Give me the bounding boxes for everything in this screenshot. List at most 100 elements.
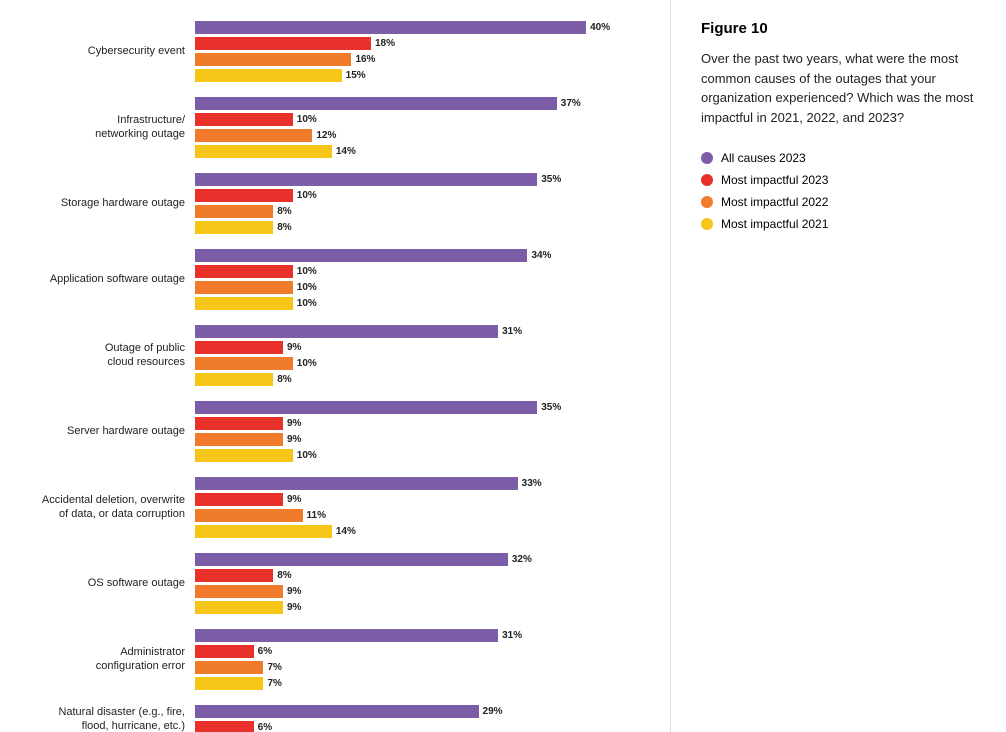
bar-row: 9% — [195, 416, 650, 430]
bar-value-label: 33% — [522, 478, 542, 489]
legend: All causes 2023 Most impactful 2023 Most… — [701, 151, 986, 231]
bars-container: 33% 9% 11% 14% — [195, 476, 650, 538]
bar — [195, 677, 263, 690]
bar-row: 16% — [195, 52, 650, 66]
row-label: Administrator configuration error — [20, 645, 195, 674]
bar — [195, 173, 537, 186]
bar-value-label: 9% — [287, 602, 301, 613]
bar-value-label: 9% — [287, 418, 301, 429]
bar-row: 37% — [195, 96, 650, 110]
bar-value-label: 9% — [287, 494, 301, 505]
row-label: Application software outage — [20, 272, 195, 286]
chart-row: Cybersecurity event40%18%16%15% — [20, 20, 650, 82]
bar-row: 9% — [195, 340, 650, 354]
bar — [195, 509, 303, 522]
bars-container: 35%9%9%10% — [195, 400, 650, 462]
chart-row: Application software outage34% 10% 10% 10% — [20, 248, 650, 310]
bar — [195, 493, 283, 506]
bar-value-label: 14% — [336, 526, 356, 537]
bar — [195, 37, 371, 50]
bar — [195, 249, 527, 262]
legend-label: Most impactful 2023 — [721, 173, 828, 187]
chart-row: Natural disaster (e.g., fire, flood, hur… — [20, 704, 650, 732]
row-label: Accidental deletion, overwrite of data, … — [20, 493, 195, 522]
bar — [195, 97, 557, 110]
bar-value-label: 32% — [512, 554, 532, 565]
bar-row: 34% — [195, 248, 650, 262]
bar-row: 29% — [195, 704, 650, 718]
bar-value-label: 18% — [375, 38, 395, 49]
bar — [195, 341, 283, 354]
legend-label: Most impactful 2021 — [721, 217, 828, 231]
bar — [195, 477, 518, 490]
bar — [195, 661, 263, 674]
bar — [195, 433, 283, 446]
bar — [195, 189, 293, 202]
bar-value-label: 11% — [307, 510, 326, 521]
legend-dot — [701, 152, 713, 164]
bar-row: 11% — [195, 508, 650, 522]
bar-value-label: 10% — [297, 298, 317, 309]
bar-row: 8% — [195, 568, 650, 582]
bar-row: 10% — [195, 356, 650, 370]
bar-value-label: 10% — [297, 266, 317, 277]
figure-label: Figure 10 — [701, 20, 986, 37]
bars-container: 31%9%10%8% — [195, 324, 650, 386]
legend-item: Most impactful 2022 — [701, 195, 986, 209]
bar-row: 8% — [195, 204, 650, 218]
chart-row: Outage of public cloud resources31%9%10%… — [20, 324, 650, 386]
row-label: Outage of public cloud resources — [20, 341, 195, 370]
bar — [195, 113, 293, 126]
bar — [195, 69, 342, 82]
bar-row: 40% — [195, 20, 650, 34]
bars-container: 29%6% — [195, 704, 650, 732]
bar-row: 33% — [195, 476, 650, 490]
row-label: Cybersecurity event — [20, 44, 195, 58]
bar-value-label: 29% — [483, 706, 503, 717]
bar — [195, 21, 586, 34]
bar — [195, 645, 254, 658]
bar-value-label: 14% — [336, 146, 356, 157]
bar-value-label: 37% — [561, 98, 581, 109]
chart-row: Administrator configuration error31%6%7%… — [20, 628, 650, 690]
bar-value-label: 8% — [277, 206, 291, 217]
bars-container: 32%8%9%9% — [195, 552, 650, 614]
legend-item: All causes 2023 — [701, 151, 986, 165]
legend-dot — [701, 174, 713, 186]
legend-dot — [701, 196, 713, 208]
legend-dot — [701, 218, 713, 230]
bar — [195, 205, 273, 218]
bar — [195, 53, 351, 66]
bar — [195, 629, 498, 642]
bar-value-label: 31% — [502, 630, 522, 641]
row-label: Server hardware outage — [20, 424, 195, 438]
bar-row: 10% — [195, 448, 650, 462]
bar-row: 10% — [195, 188, 650, 202]
bar-value-label: 10% — [297, 114, 317, 125]
bar — [195, 373, 273, 386]
bar-row: 14% — [195, 144, 650, 158]
chart-area: Cybersecurity event40%18%16%15%Infrastru… — [0, 0, 660, 732]
bar-row: 7% — [195, 676, 650, 690]
bar-row: 7% — [195, 660, 650, 674]
bar-value-label: 8% — [277, 222, 291, 233]
bar-value-label: 10% — [297, 282, 317, 293]
legend-label: Most impactful 2022 — [721, 195, 828, 209]
bar-value-label: 8% — [277, 570, 291, 581]
bar-row: 14% — [195, 524, 650, 538]
chart-row: Accidental deletion, overwrite of data, … — [20, 476, 650, 538]
bar-value-label: 16% — [355, 54, 375, 65]
bar-row: 10% — [195, 264, 650, 278]
bar — [195, 721, 254, 732]
row-label: OS software outage — [20, 576, 195, 590]
bar-row: 10% — [195, 296, 650, 310]
bar — [195, 145, 332, 158]
bar-row: 35% — [195, 172, 650, 186]
bar — [195, 585, 283, 598]
bar-value-label: 9% — [287, 342, 301, 353]
bar — [195, 449, 293, 462]
bar — [195, 325, 498, 338]
bar-row: 31% — [195, 628, 650, 642]
row-label: Natural disaster (e.g., fire, flood, hur… — [20, 705, 195, 732]
bar-row: 32% — [195, 552, 650, 566]
